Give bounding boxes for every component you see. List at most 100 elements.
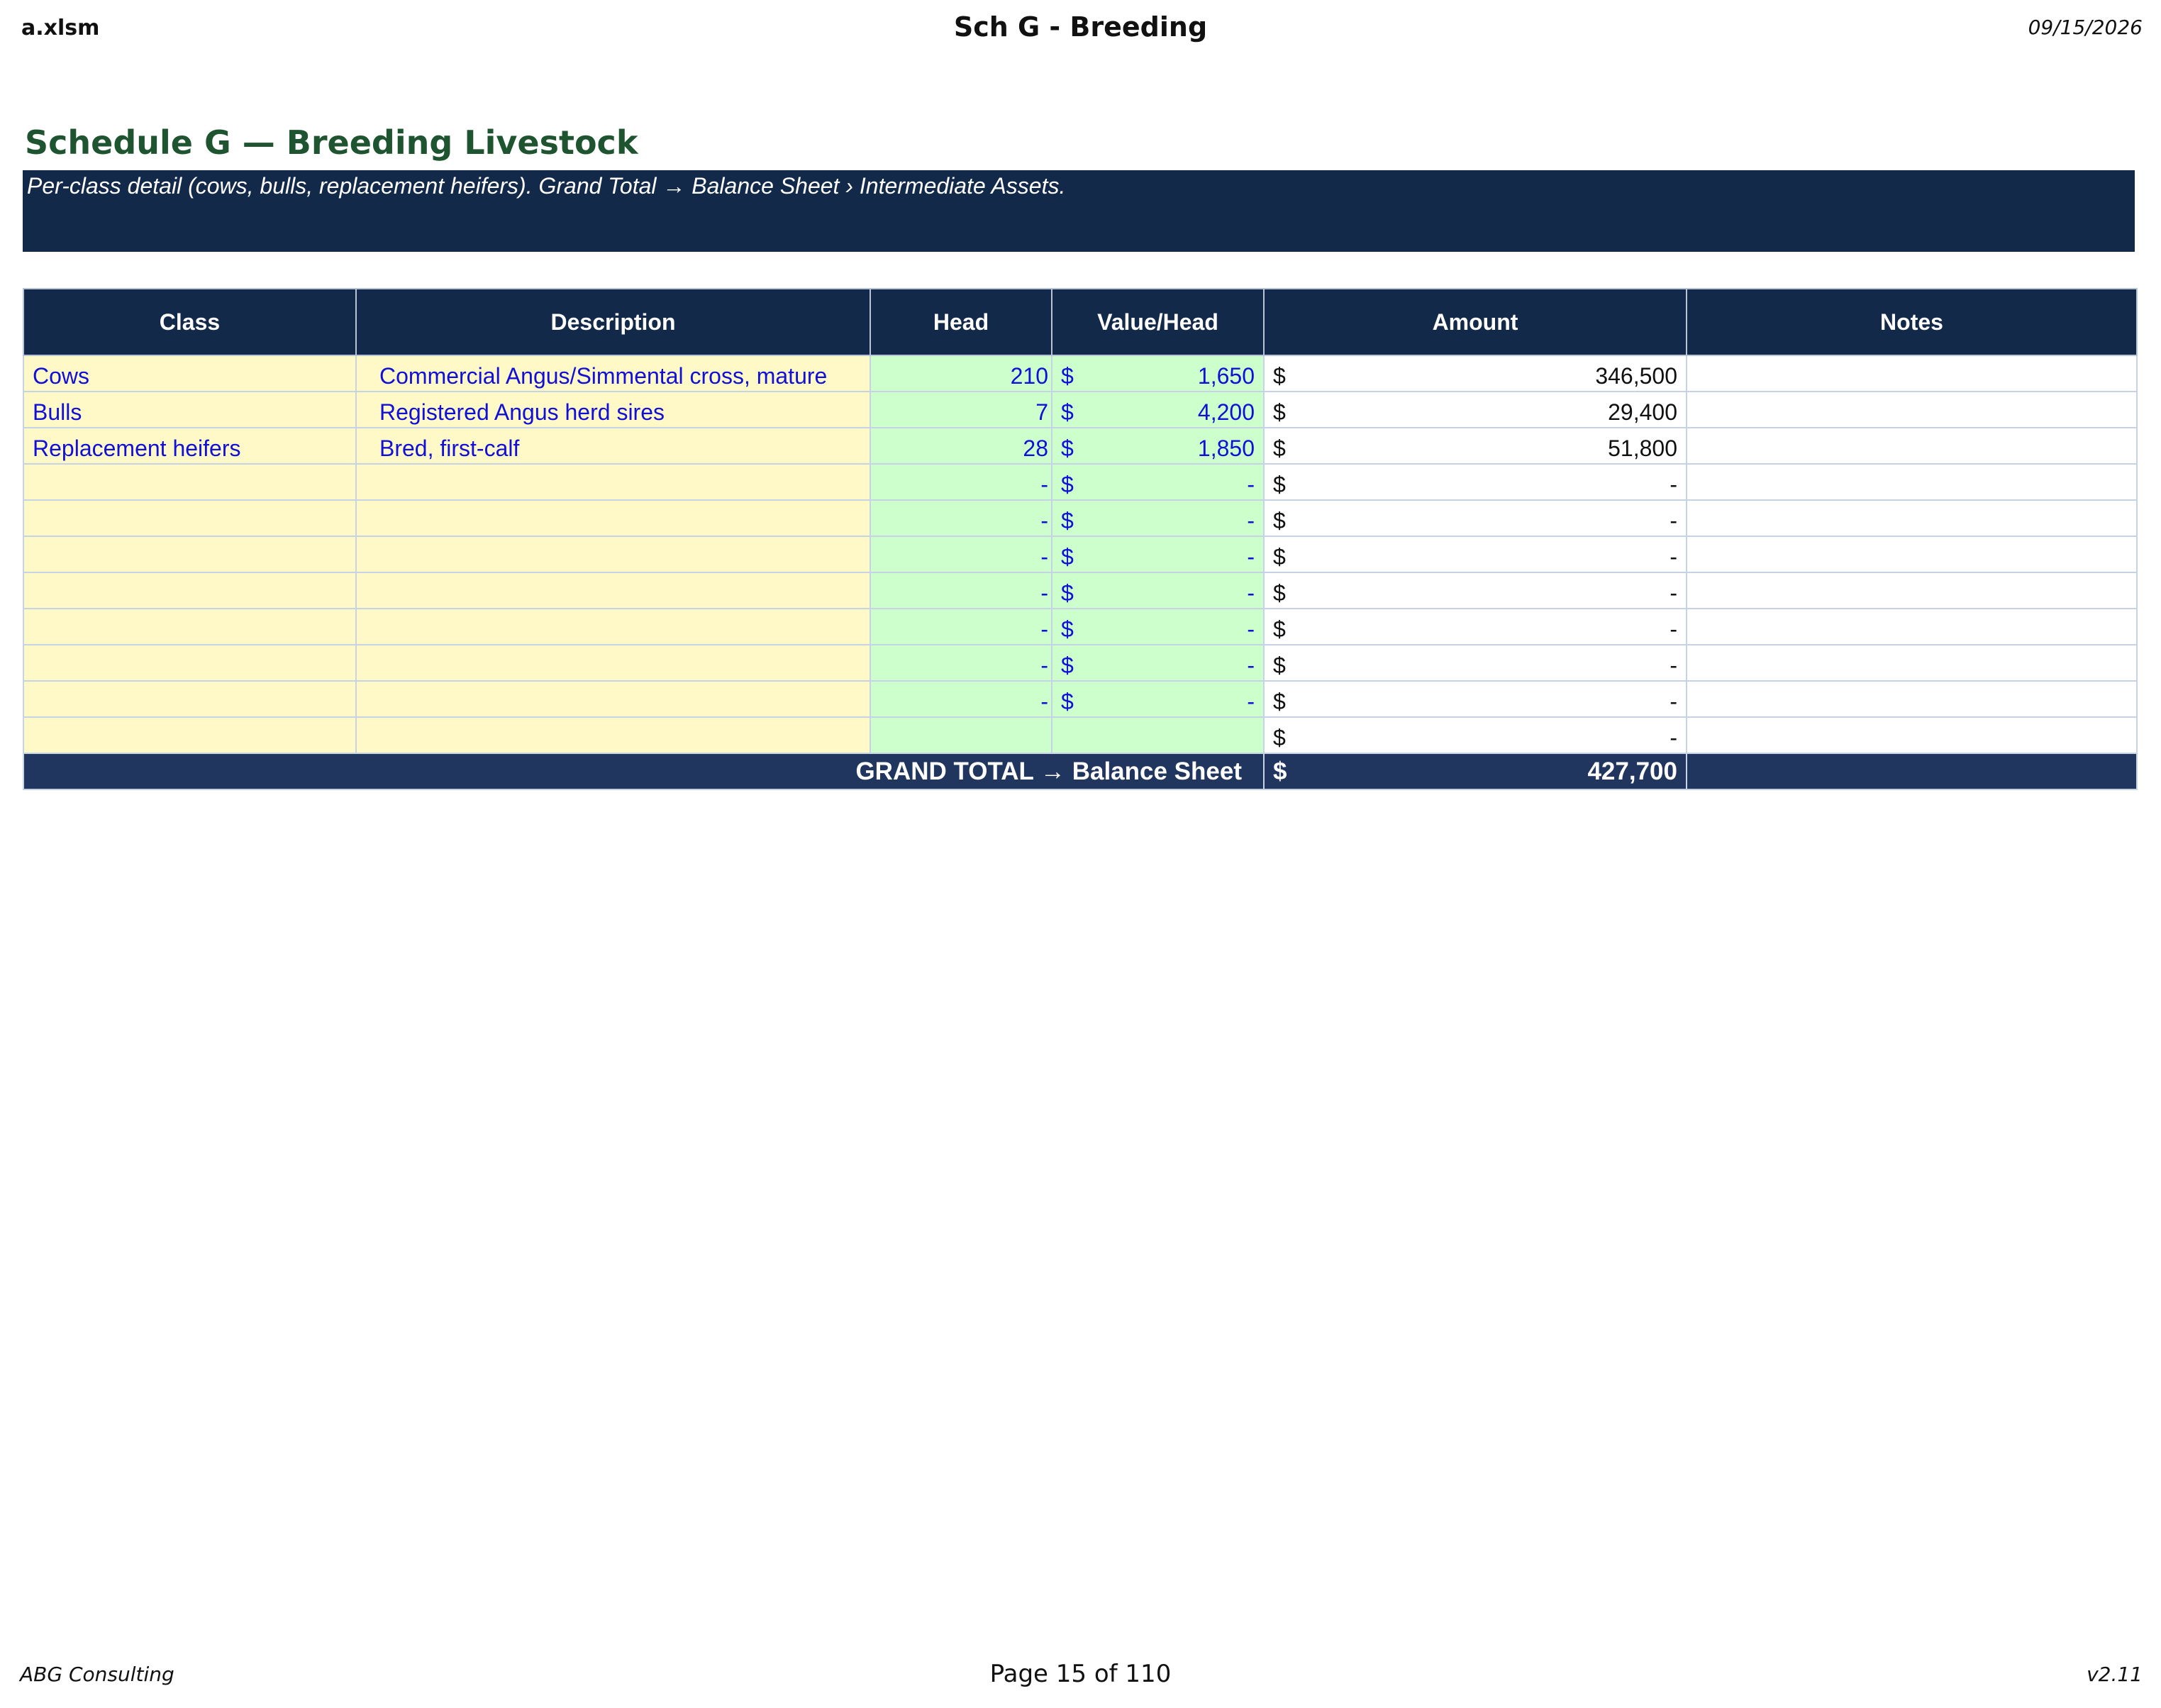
description-cell[interactable] <box>355 716 871 754</box>
head-cell[interactable]: - <box>870 463 1052 501</box>
amount-cell[interactable]: $29,400 <box>1263 391 1687 428</box>
class-cell[interactable]: Cows <box>23 355 357 392</box>
class-cell[interactable] <box>23 499 357 537</box>
schedule-title: Schedule G — Breeding Livestock <box>25 123 638 162</box>
currency-symbol: $ <box>1061 436 1074 461</box>
description-cell[interactable] <box>355 536 871 573</box>
head-value: 28 <box>1023 436 1048 461</box>
class-cell[interactable] <box>23 680 357 718</box>
head-cell[interactable]: 28 <box>870 427 1052 465</box>
grand-total-notes-cell[interactable] <box>1686 753 2138 790</box>
value-head-value: - <box>1247 544 1255 570</box>
notes-cell[interactable] <box>1686 644 2138 682</box>
head-cell[interactable]: - <box>870 644 1052 682</box>
table-row: - $ - $ - <box>23 572 2138 609</box>
value-head-cell[interactable]: $1,850 <box>1051 427 1265 465</box>
amount-value: 29,400 <box>1608 399 1677 425</box>
value-head-cell[interactable]: $ - <box>1051 680 1265 718</box>
head-value: - <box>1040 580 1048 606</box>
notes-cell[interactable] <box>1686 608 2138 645</box>
table-row: - $ - $ - <box>23 644 2138 682</box>
currency-symbol: $ <box>1061 363 1074 389</box>
head-value: - <box>1040 653 1048 678</box>
class-cell[interactable] <box>23 716 357 754</box>
class-cell[interactable] <box>23 463 357 501</box>
amount-cell[interactable]: $ - <box>1263 716 1687 754</box>
description-cell[interactable] <box>355 463 871 501</box>
notes-cell[interactable] <box>1686 680 2138 718</box>
description-cell[interactable]: Commercial Angus/Simmental cross, mature <box>355 355 871 392</box>
print-date: 09/15/2026 <box>2028 16 2143 39</box>
table-header-row: Class Description Head Value/Head Amount… <box>23 288 2138 356</box>
class-cell[interactable] <box>23 608 357 645</box>
notes-cell[interactable] <box>1686 391 2138 428</box>
notes-cell[interactable] <box>1686 427 2138 465</box>
amount-cell[interactable]: $ - <box>1263 536 1687 573</box>
head-value: 210 <box>1010 363 1048 389</box>
description-cell[interactable] <box>355 572 871 609</box>
notes-cell[interactable] <box>1686 536 2138 573</box>
notes-cell[interactable] <box>1686 716 2138 754</box>
amount-cell[interactable]: $ - <box>1263 644 1687 682</box>
class-cell[interactable] <box>23 536 357 573</box>
amount-cell[interactable]: $346,500 <box>1263 355 1687 392</box>
head-cell[interactable]: - <box>870 572 1052 609</box>
description-banner: Per-class detail (cows, bulls, replaceme… <box>23 170 2135 252</box>
description-cell[interactable] <box>355 608 871 645</box>
amount-cell[interactable]: $51,800 <box>1263 427 1687 465</box>
class-cell[interactable] <box>23 644 357 682</box>
column-header-value-head: Value/Head <box>1051 288 1265 356</box>
table-row: - $ - $ - <box>23 463 2138 501</box>
value-head-value: - <box>1247 508 1255 533</box>
class-cell[interactable]: Bulls <box>23 391 357 428</box>
description-cell[interactable] <box>355 680 871 718</box>
currency-symbol: $ <box>1273 580 1286 606</box>
description-cell[interactable] <box>355 644 871 682</box>
amount-cell[interactable]: $ - <box>1263 608 1687 645</box>
amount-cell[interactable]: $ - <box>1263 463 1687 501</box>
currency-symbol: $ <box>1273 616 1286 642</box>
description-cell[interactable]: Bred, first-calf <box>355 427 871 465</box>
class-cell[interactable]: Replacement heifers <box>23 427 357 465</box>
column-header-head: Head <box>870 288 1052 356</box>
currency-symbol: $ <box>1061 544 1074 570</box>
value-head-cell[interactable]: $ - <box>1051 572 1265 609</box>
description-text: Registered Angus herd sires <box>379 399 665 425</box>
breeding-livestock-table: Class Description Head Value/Head Amount… <box>23 288 2138 790</box>
head-cell[interactable]: 7 <box>870 391 1052 428</box>
notes-cell[interactable] <box>1686 463 2138 501</box>
head-cell[interactable]: 210 <box>870 355 1052 392</box>
amount-cell[interactable]: $ - <box>1263 572 1687 609</box>
head-cell[interactable]: - <box>870 536 1052 573</box>
value-head-cell[interactable]: $4,200 <box>1051 391 1265 428</box>
grand-total-amount: 427,700 <box>1587 757 1677 785</box>
notes-cell[interactable] <box>1686 572 2138 609</box>
value-head-cell[interactable]: $ - <box>1051 499 1265 537</box>
value-head-cell[interactable]: $ - <box>1051 608 1265 645</box>
value-head-cell[interactable]: $1,650 <box>1051 355 1265 392</box>
value-head-value: 4,200 <box>1197 399 1255 425</box>
head-cell[interactable] <box>870 716 1052 754</box>
description-cell[interactable]: Registered Angus herd sires <box>355 391 871 428</box>
table-row: Bulls Registered Angus herd sires 7 $4,200 $… <box>23 391 2138 428</box>
value-head-cell[interactable]: $ - <box>1051 644 1265 682</box>
notes-cell[interactable] <box>1686 499 2138 537</box>
value-head-cell[interactable]: $ - <box>1051 536 1265 573</box>
table-row: - $ - $ - <box>23 536 2138 573</box>
grand-total-amount-cell[interactable]: $ 427,700 <box>1263 753 1687 790</box>
amount-cell[interactable]: $ - <box>1263 680 1687 718</box>
description-text: Commercial Angus/Simmental cross, mature <box>379 363 828 389</box>
head-cell[interactable]: - <box>870 499 1052 537</box>
amount-cell[interactable]: $ - <box>1263 499 1687 537</box>
value-head-cell[interactable] <box>1051 716 1265 754</box>
currency-symbol: $ <box>1273 653 1286 678</box>
amount-value: 51,800 <box>1608 436 1677 461</box>
description-cell[interactable] <box>355 499 871 537</box>
notes-cell[interactable] <box>1686 355 2138 392</box>
currency-symbol: $ <box>1061 508 1074 533</box>
value-head-cell[interactable]: $ - <box>1051 463 1265 501</box>
head-cell[interactable]: - <box>870 608 1052 645</box>
head-cell[interactable]: - <box>870 680 1052 718</box>
value-head-value: 1,850 <box>1197 436 1255 461</box>
class-cell[interactable] <box>23 572 357 609</box>
